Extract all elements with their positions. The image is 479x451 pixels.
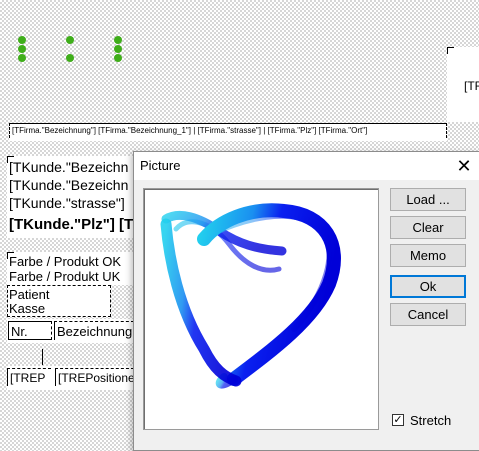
- trep-band[interactable]: [TREP [TREPositione: [7, 366, 135, 390]
- dot-icon: [18, 36, 26, 44]
- dialog-titlebar[interactable]: Picture ✕: [134, 152, 479, 180]
- kasse-label: Kasse: [9, 301, 46, 316]
- trepositione-text: [TREPositione: [58, 371, 135, 385]
- company-header-band[interactable]: [TFirma."Bezeichnung"] [TFirma."Bezeichn…: [9, 123, 447, 141]
- customer-line-1: [TKunde."Bezeichn: [9, 159, 129, 175]
- customer-plz-line: [TKunde."Plz"] [T: [9, 216, 134, 233]
- dot-icon: [114, 54, 122, 62]
- picture-preview[interactable]: [143, 188, 379, 430]
- stretch-checkbox[interactable]: ✓: [392, 414, 404, 426]
- trep-cell[interactable]: [TREP: [7, 368, 51, 386]
- customer-line-2: [TKunde."Bezeichn: [9, 177, 129, 193]
- company-header-text: [TFirma."Bezeichnung"] [TFirma."Bezeichn…: [12, 126, 368, 135]
- memo-button[interactable]: Memo: [390, 244, 466, 267]
- dot-icon: [66, 36, 74, 44]
- dialog-title: Picture: [140, 158, 181, 173]
- picture-dialog: Picture ✕ Load ... Clear Memo Ok Cancel …: [133, 151, 479, 451]
- patient-label: Patient: [9, 287, 50, 302]
- brush-stroke-image: [160, 203, 341, 389]
- col-bezeichnung-label: Bezeichnung: [57, 324, 133, 339]
- col-bezeichnung-cell[interactable]: Bezeichnung: [54, 321, 134, 340]
- color-ok-label: Farbe / Produkt OK: [9, 254, 121, 269]
- dot-icon: [18, 54, 26, 62]
- dot-icon: [114, 45, 122, 53]
- patient-kasse-box[interactable]: Patient Kasse: [7, 285, 111, 317]
- color-product-band[interactable]: Farbe / Produkt OK Farbe / Produkt UK: [7, 252, 134, 285]
- color-uk-label: Farbe / Produkt UK: [9, 269, 121, 284]
- close-icon[interactable]: ✕: [448, 152, 479, 180]
- customer-address-band[interactable]: [TKunde."Bezeichn [TKunde."Bezeichn [TKu…: [7, 156, 134, 238]
- col-nr-cell[interactable]: Nr.: [8, 321, 52, 340]
- load-button[interactable]: Load ...: [390, 188, 466, 211]
- right-field-box[interactable]: [TF: [447, 47, 479, 122]
- ok-button[interactable]: Ok: [390, 275, 466, 298]
- dot-icon: [66, 54, 74, 62]
- cancel-button[interactable]: Cancel: [390, 303, 466, 326]
- right-field-text: [TF: [464, 79, 479, 93]
- dot-icon: [114, 36, 122, 44]
- trepositione-cell[interactable]: [TREPositione: [55, 368, 135, 386]
- trep-text: [TREP: [10, 371, 46, 385]
- column-header-band[interactable]: Nr. Bezeichnung: [7, 319, 134, 343]
- col-nr-label: Nr.: [11, 324, 28, 339]
- clear-button[interactable]: Clear: [390, 216, 466, 239]
- customer-line-3: [TKunde."strasse"]: [9, 195, 125, 211]
- dot-icon: [18, 45, 26, 53]
- corner-marker: [447, 47, 454, 54]
- stretch-label[interactable]: Stretch: [410, 413, 451, 428]
- divider-line: [42, 349, 43, 365]
